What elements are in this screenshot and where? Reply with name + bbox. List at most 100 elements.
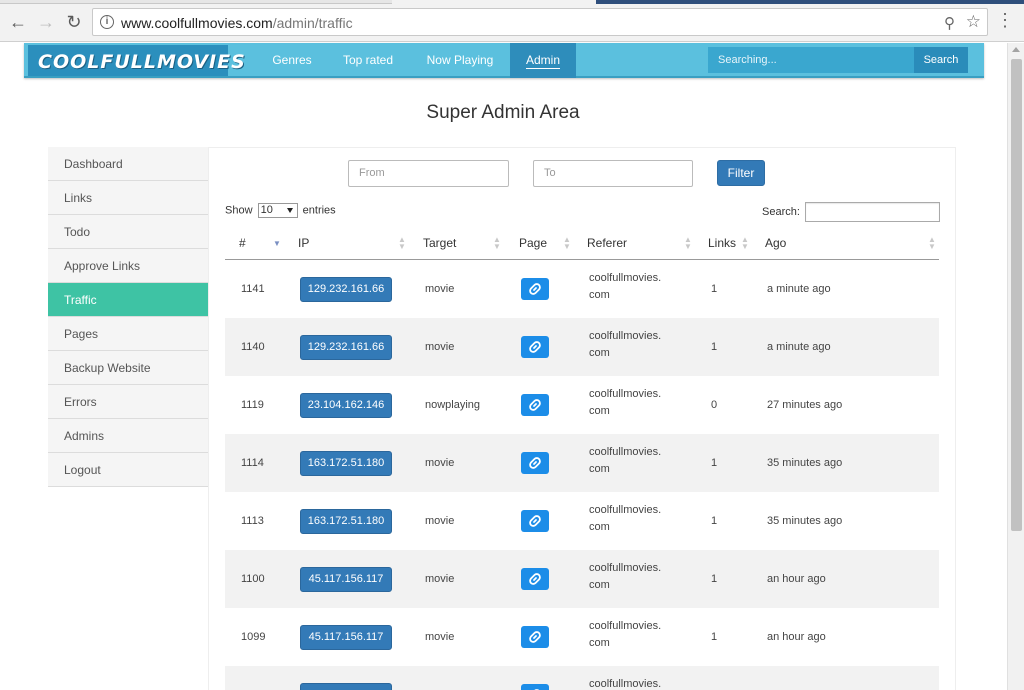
row-number: 1140 [241, 341, 265, 353]
row-links: 0 [711, 399, 718, 411]
row-ago: a minute ago [767, 283, 831, 295]
sidebar-item-traffic[interactable]: Traffic [48, 283, 208, 317]
ip-button[interactable]: 45.117.156.117 [300, 567, 392, 592]
column-header-referer-label: Referer [587, 236, 628, 250]
site-header: COOLFULLMOVIES Genres Top rated Now Play… [24, 43, 984, 78]
site-logo[interactable]: COOLFULLMOVIES [38, 51, 246, 73]
page-link-button[interactable] [521, 278, 549, 300]
ip-button[interactable] [300, 683, 392, 690]
column-header-page[interactable]: Page ▲ ▼ [519, 230, 571, 259]
zoom-icon[interactable]: ⚲ [944, 14, 955, 32]
nav-admin[interactable]: Admin [510, 43, 576, 78]
nav-genres[interactable]: Genres [272, 43, 312, 78]
page-link-button[interactable] [521, 510, 549, 532]
page-link-button[interactable] [521, 684, 549, 690]
page-link-button[interactable] [521, 568, 549, 590]
row-target: movie [425, 631, 455, 643]
sidebar-item-approve-links[interactable]: Approve Links [48, 249, 208, 283]
column-header-ip[interactable]: IP ▲ ▼ [298, 230, 406, 259]
table-row: 1113 163.172.51.180 movie coolfullmovies… [225, 492, 939, 550]
scrollbar-thumb[interactable] [1011, 59, 1022, 531]
ip-button[interactable]: 23.104.162.146 [300, 393, 392, 418]
row-referer-line1: coolfullmovies. [589, 272, 662, 284]
row-ago: an hour ago [767, 631, 826, 643]
sidebar-item-todo[interactable]: Todo [48, 215, 208, 249]
row-target: movie [425, 283, 455, 295]
bookmark-star-icon[interactable]: ☆ [966, 12, 981, 32]
ip-button[interactable]: 129.232.161.66 [300, 277, 392, 302]
row-links: 1 [711, 515, 718, 527]
row-referer-line1: coolfullmovies. [589, 388, 662, 400]
row-referer: coolfullmovies. com [589, 328, 679, 362]
logo-box[interactable]: COOLFULLMOVIES [28, 45, 245, 76]
sidebar-item-pages[interactable]: Pages [48, 317, 208, 351]
browser-tab[interactable] [0, 0, 392, 4]
date-from-input[interactable]: From [348, 160, 509, 187]
entries-label: entries [302, 204, 336, 217]
page-link-button[interactable] [521, 626, 549, 648]
row-referer-line1: coolfullmovies. [589, 678, 662, 690]
table-search-input[interactable] [805, 202, 940, 222]
entries-value: 10 [260, 204, 273, 216]
column-header-target[interactable]: Target ▲ ▼ [423, 230, 503, 259]
row-referer-line2: com [589, 289, 610, 301]
ip-button[interactable]: 129.232.161.66 [300, 335, 392, 360]
link-icon [529, 573, 541, 585]
sidebar-item-admins[interactable]: Admins [48, 419, 208, 453]
link-icon [529, 399, 541, 411]
sidebar-item-dashboard[interactable]: Dashboard [48, 147, 208, 181]
row-referer: coolfullmovies. com [589, 270, 679, 304]
back-arrow-icon[interactable]: ← [8, 12, 28, 32]
table-row: 1100 45.117.156.117 movie coolfullmovies… [225, 550, 939, 608]
scroll-up-arrow-icon[interactable] [1012, 47, 1020, 52]
row-links: 1 [711, 457, 718, 469]
browser-tab-inactive[interactable] [596, 0, 1024, 4]
select-caret-icon [286, 208, 293, 213]
address-url[interactable]: www.coolfullmovies.com/admin/traffic [121, 15, 353, 31]
nav-admin-label: Admin [525, 53, 560, 69]
site-search-button[interactable]: Search [914, 47, 968, 73]
sidebar-item-backup-website[interactable]: Backup Website [48, 351, 208, 385]
sidebar-item-links[interactable]: Links [48, 181, 208, 215]
date-to-input[interactable]: To [533, 160, 693, 187]
column-header-num-label: # [239, 236, 246, 250]
page-link-button[interactable] [521, 394, 549, 416]
row-referer: coolfullmovies. com [589, 444, 679, 478]
row-links: 1 [711, 631, 718, 643]
column-header-referer[interactable]: Referer ▲ ▼ [587, 230, 693, 259]
nav-top-rated[interactable]: Top rated [342, 43, 394, 78]
ip-button[interactable]: 163.172.51.180 [300, 451, 392, 476]
forward-arrow-icon[interactable]: → [36, 12, 56, 32]
page-title: Super Admin Area [426, 102, 580, 123]
ip-button[interactable]: 45.117.156.117 [300, 625, 392, 650]
column-header-ago[interactable]: Ago ▲ ▼ [765, 230, 937, 259]
reload-icon[interactable]: ↻ [64, 12, 84, 32]
entries-select[interactable]: 10 [257, 203, 298, 218]
filter-button[interactable]: Filter [717, 160, 765, 186]
page-link-button[interactable] [521, 336, 549, 358]
row-referer: coolfullmovies. com [589, 560, 679, 594]
sidebar-item-errors[interactable]: Errors [48, 385, 208, 419]
row-target: movie [425, 341, 455, 353]
address-bar[interactable]: i www.coolfullmovies.com/admin/traffic ⚲… [92, 8, 988, 36]
ip-button[interactable]: 163.172.51.180 [300, 509, 392, 534]
sort-icon: ▲ ▼ [398, 235, 406, 251]
browser-menu-icon[interactable]: ⋮ [996, 10, 1014, 30]
sort-icon: ▲ ▼ [928, 235, 936, 251]
page-scrollbar[interactable] [1007, 43, 1024, 690]
row-number: 1100 [241, 573, 265, 585]
sort-icon: ▲ ▼ [684, 235, 692, 251]
sidebar-item-logout[interactable]: Logout [48, 453, 208, 487]
row-target: movie [425, 457, 455, 469]
column-header-links[interactable]: Links ▲ ▼ [708, 230, 753, 259]
nav-now-playing[interactable]: Now Playing [424, 43, 496, 78]
page-link-button[interactable] [521, 452, 549, 474]
column-header-num[interactable]: # ▼ [239, 230, 289, 259]
column-header-ago-label: Ago [765, 236, 787, 250]
sort-icon: ▲ ▼ [493, 235, 501, 251]
row-ago: an hour ago [767, 573, 826, 585]
row-referer-line1: coolfullmovies. [589, 620, 662, 632]
row-links: 1 [711, 573, 718, 585]
info-icon[interactable]: i [100, 15, 114, 29]
site-search-input[interactable]: Searching... [708, 47, 914, 73]
